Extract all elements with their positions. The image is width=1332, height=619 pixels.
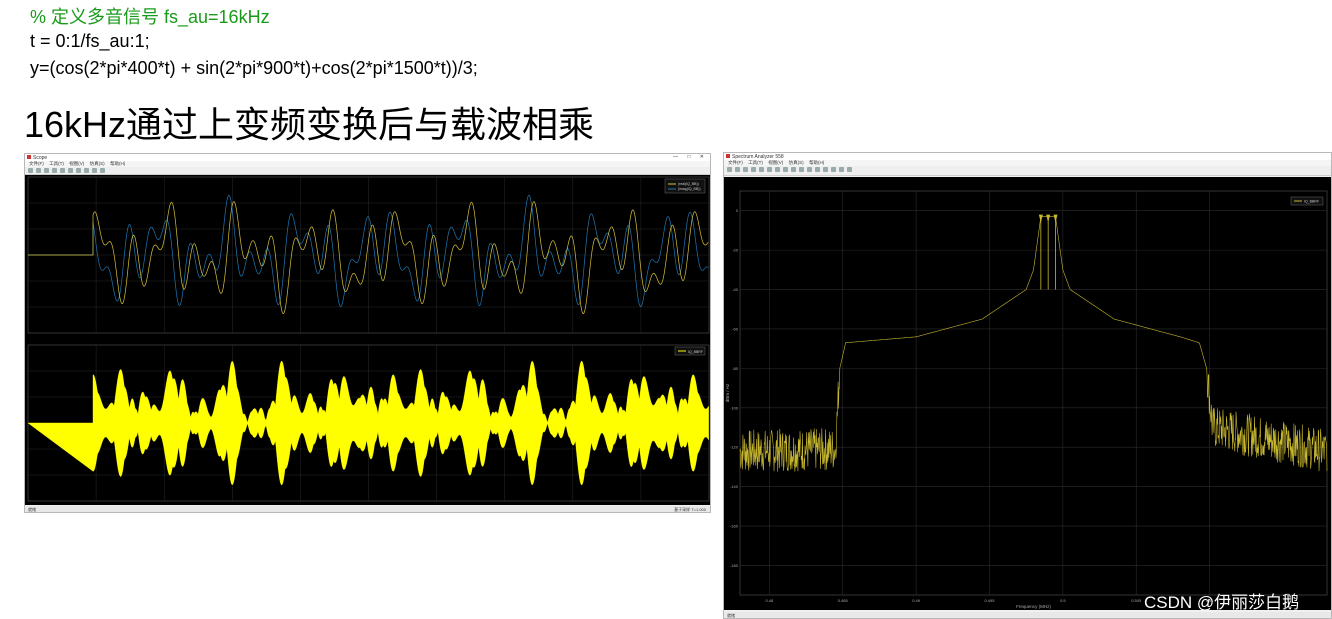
toolbar-tool-icon[interactable] xyxy=(735,167,740,172)
spectrum-x-tick-label: 0.48 xyxy=(765,598,774,603)
toolbar-tool-icon[interactable] xyxy=(783,167,788,172)
window-controls-icon[interactable]: — □ ✕ xyxy=(673,154,708,160)
spectrum-x-tick-label: 0.5 xyxy=(1060,598,1066,603)
toolbar-tool-icon[interactable] xyxy=(92,168,97,173)
spectrum-peak-marker xyxy=(1038,214,1043,223)
toolbar-tool-icon[interactable] xyxy=(100,168,105,173)
toolbar-tool-icon[interactable] xyxy=(60,168,65,173)
code-line-signal: y=(cos(2*pi*400*t) + sin(2*pi*900*t)+cos… xyxy=(30,58,478,78)
spectrum-axes-box xyxy=(739,190,1328,596)
csdn-watermark: CSDN @伊丽莎白鹅 xyxy=(1144,593,1300,612)
spectrum-plot-area[interactable]: 0.48 0.485 0.49 0.495 0.5 0.505 0.51 0 -20 -40 -60… xyxy=(724,177,1331,610)
spectrum-y-tick-label: -100 xyxy=(730,405,739,410)
toolbar-tool-icon[interactable] xyxy=(767,167,772,172)
scope-plot-area[interactable]: (real(IQ_BB)) (imag(IQ_BB)) IQ_BBRF xyxy=(25,175,710,505)
spectrum-x-tick-label: 0.495 xyxy=(984,598,995,603)
spectrum-y-tick-label: -20 xyxy=(732,248,739,253)
spectrum-x-tick-label: 0.49 xyxy=(912,598,921,603)
scope-titlebar: Scope — □ ✕ xyxy=(25,154,710,161)
scope-app-icon xyxy=(27,155,31,159)
spectrum-titlebar: Spectrum Analyzer 558 xyxy=(724,153,1331,160)
spectrum-window: Spectrum Analyzer 558 文件(F) 工具(T) 视图(V) … xyxy=(723,152,1332,619)
toolbar-tool-icon[interactable] xyxy=(831,167,836,172)
toolbar-tool-icon[interactable] xyxy=(84,168,89,173)
scope-plot-svg: (real(IQ_BB))(imag(IQ_BB)) IQ_BBRF xyxy=(27,176,710,502)
spectrum-y-axis-label: dBm / Hz xyxy=(725,383,730,402)
spectrum-peak-marker xyxy=(1046,214,1051,223)
legend-label-imag: (imag(IQ_BB)) xyxy=(678,187,701,191)
toolbar-tool-icon[interactable] xyxy=(799,167,804,172)
toolbar-tool-icon[interactable] xyxy=(36,168,41,173)
spectrum-y-tick-label: -80 xyxy=(732,366,739,371)
slide-heading: 16kHz通过上变频变换后与载波相乘 xyxy=(24,104,595,145)
spectrum-toolbar xyxy=(724,166,1331,176)
scope-trace-real xyxy=(28,201,709,315)
spectrum-x-tick-label: 0.505 xyxy=(1131,598,1142,603)
scope-toolbar xyxy=(25,167,710,175)
spectrum-x-tick-label: 0.485 xyxy=(838,598,849,603)
spectrum-peak-marker xyxy=(1053,214,1058,223)
scope-statusbar: 就绪 基于采样 T=1.000 xyxy=(25,506,710,512)
scope-status-left: 就绪 xyxy=(28,507,36,512)
toolbar-tool-icon[interactable] xyxy=(847,167,852,172)
toolbar-tool-icon[interactable] xyxy=(839,167,844,172)
toolbar-tool-icon[interactable] xyxy=(28,168,33,173)
spectrum-y-tick-label: -180 xyxy=(730,563,739,568)
spectrum-y-tick-label: -120 xyxy=(730,445,739,450)
spectrum-y-tick-label: 0 xyxy=(736,208,739,213)
spectrum-y-tick-label: -160 xyxy=(730,524,739,529)
spectrum-y-tick-label: -40 xyxy=(732,287,739,292)
toolbar-tool-icon[interactable] xyxy=(775,167,780,172)
code-comment: % 定义多音信号 fs_au=16kHz xyxy=(30,7,270,27)
spectrum-app-icon xyxy=(726,154,730,158)
spectrum-y-tick-label: -140 xyxy=(730,484,739,489)
toolbar-tool-icon[interactable] xyxy=(751,167,756,172)
toolbar-tool-icon[interactable] xyxy=(727,167,732,172)
toolbar-tool-icon[interactable] xyxy=(807,167,812,172)
spectrum-plot-svg: 0.48 0.485 0.49 0.495 0.5 0.505 0.510-20-40-60… xyxy=(725,190,1328,609)
toolbar-tool-icon[interactable] xyxy=(76,168,81,173)
toolbar-tool-icon[interactable] xyxy=(44,168,49,173)
scope-status-right: 基于采样 T=1.000 xyxy=(674,507,706,512)
spectrum-status-left: 就绪 xyxy=(727,613,735,618)
spectrum-y-tick-label: -60 xyxy=(732,326,739,331)
spectrum-trace xyxy=(739,216,1328,472)
legend-label-rf: IQ_BBRF xyxy=(688,350,703,354)
code-line-time: t = 0:1/fs_au:1; xyxy=(30,31,150,51)
toolbar-tool-icon[interactable] xyxy=(791,167,796,172)
toolbar-tool-icon[interactable] xyxy=(743,167,748,172)
scope-window: Scope — □ ✕ 文件(F) 工具(T) 视图(V) 仿真(S) 帮助(H… xyxy=(24,153,711,513)
toolbar-tool-icon[interactable] xyxy=(52,168,57,173)
toolbar-tool-icon[interactable] xyxy=(823,167,828,172)
toolbar-tool-icon[interactable] xyxy=(815,167,820,172)
legend-label-real: (real(IQ_BB)) xyxy=(678,182,699,186)
toolbar-tool-icon[interactable] xyxy=(68,168,73,173)
spectrum-legend-label: IQ_BBRF xyxy=(1304,200,1319,204)
toolbar-tool-icon[interactable] xyxy=(759,167,764,172)
spectrum-x-axis-label: Frequency (MHz) xyxy=(1016,604,1051,609)
